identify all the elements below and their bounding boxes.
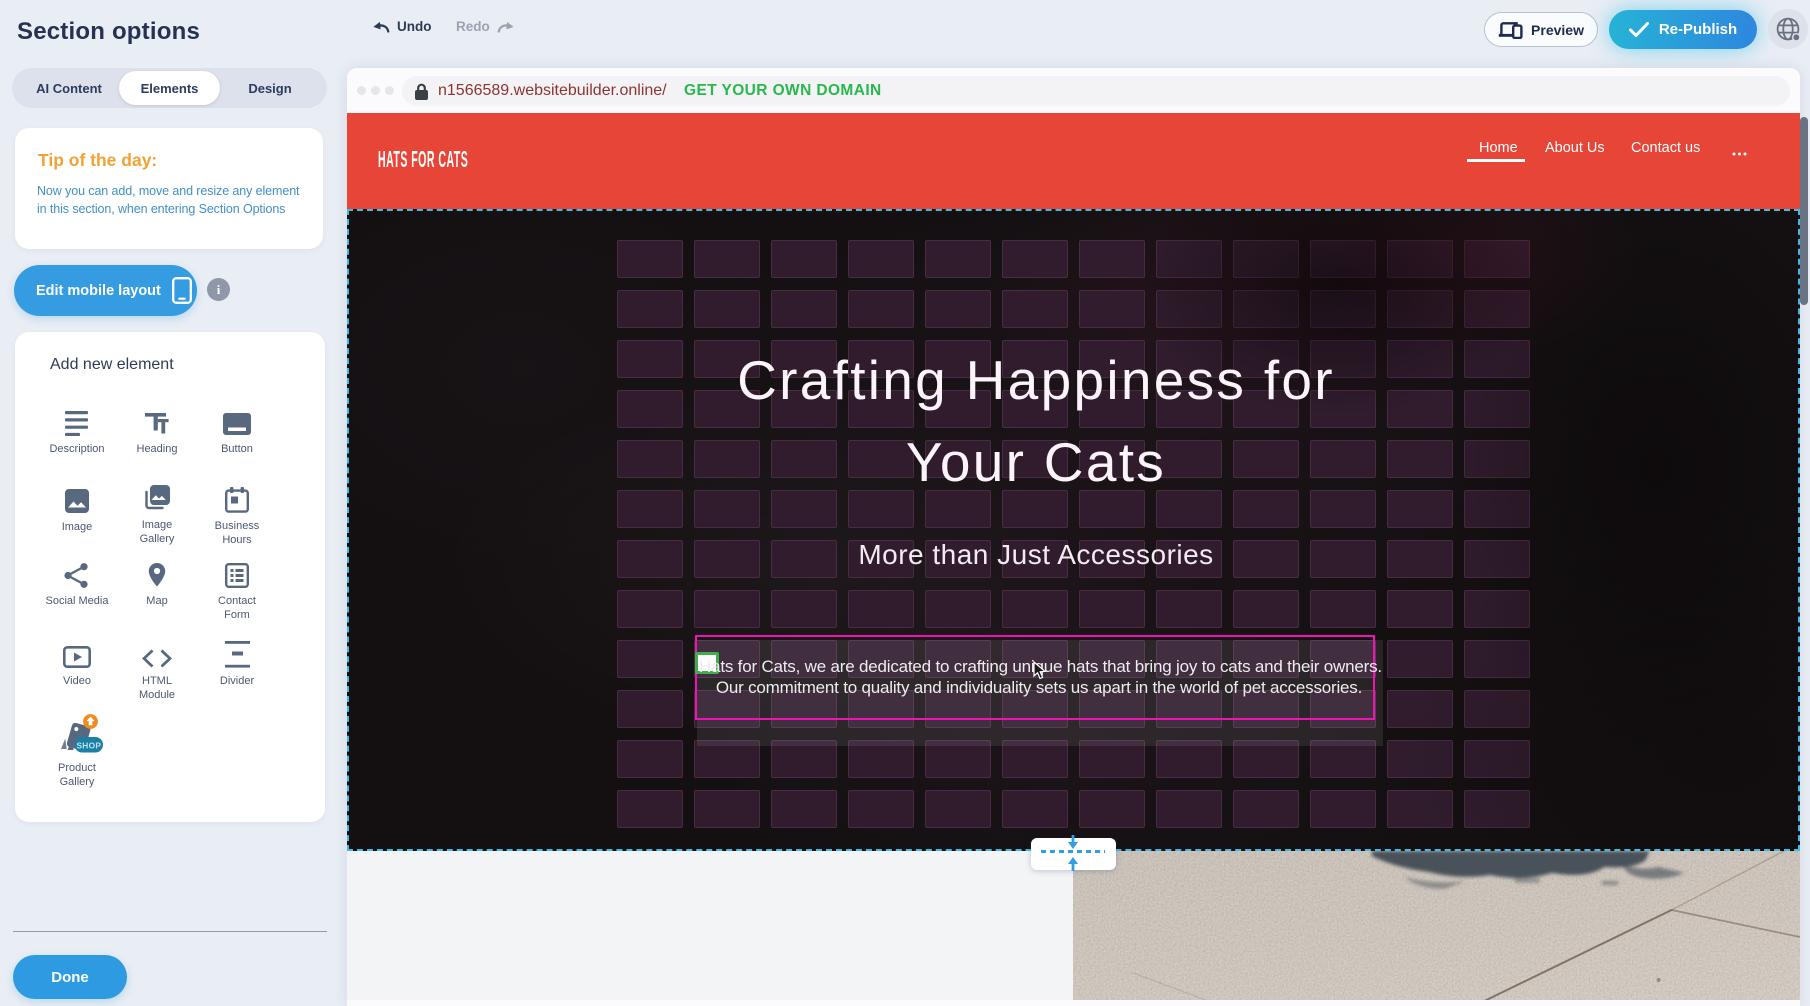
- svg-text:SHOP: SHOP: [76, 740, 101, 750]
